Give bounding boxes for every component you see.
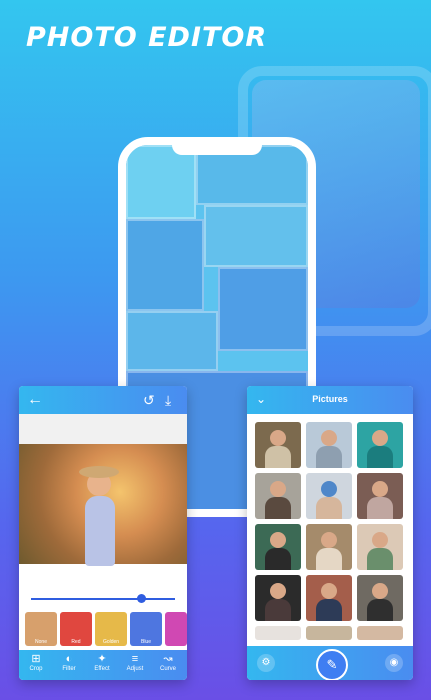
- thumbnail-figure: [367, 497, 393, 519]
- settings-icon[interactable]: ⚙: [257, 654, 275, 672]
- photo-subject: [79, 466, 119, 566]
- thumbnail-figure: [270, 532, 286, 548]
- filter-strip: None Red Golden Blue: [25, 612, 187, 646]
- tool-label: Adjust: [126, 666, 144, 672]
- collage-tile: [204, 205, 308, 267]
- pictures-screen: ⌄ Pictures ⚙ ✎ ◉: [247, 386, 413, 680]
- picture-thumbnail[interactable]: [357, 626, 403, 640]
- thumbnail-figure: [321, 532, 337, 548]
- curve-tool[interactable]: ↝ Curve: [153, 653, 183, 674]
- editor-top-bar: ← ↺ ⤓: [19, 386, 187, 414]
- thumbnail-figure: [321, 430, 337, 446]
- pictures-top-bar: ⌄ Pictures: [247, 386, 413, 414]
- edited-photo[interactable]: [19, 444, 187, 566]
- thumbnail-figure: [367, 548, 393, 570]
- adjust-tool[interactable]: ≡ Adjust: [120, 653, 150, 674]
- filter-thumbnail-blue[interactable]: Blue: [130, 612, 162, 646]
- collage-tile: [218, 267, 308, 351]
- thumbnail-figure: [321, 583, 337, 599]
- picture-thumbnail[interactable]: [357, 575, 403, 621]
- picture-thumbnail[interactable]: [255, 422, 301, 468]
- thumbnail-figure: [265, 497, 291, 519]
- tool-label: Crop: [29, 666, 43, 672]
- crop-icon: ⊞: [31, 653, 41, 665]
- picture-thumbnail[interactable]: [306, 473, 352, 519]
- tool-label: Curve: [159, 666, 176, 672]
- thumbnail-figure: [316, 497, 342, 519]
- picture-thumbnail[interactable]: [357, 524, 403, 570]
- picture-thumbnail[interactable]: [306, 575, 352, 621]
- intensity-slider-track[interactable]: [31, 598, 175, 600]
- thumbnail-figure: [316, 548, 342, 570]
- effect-tool[interactable]: ✦ Effect: [87, 653, 117, 674]
- thumbnail-figure: [316, 599, 342, 621]
- thumbnail-figure: [265, 446, 291, 468]
- page-title: PHOTO EDITOR: [26, 22, 268, 53]
- pictures-bottom-bar: ⚙ ✎ ◉: [247, 646, 413, 680]
- history-icon[interactable]: ↺: [143, 392, 155, 408]
- camera-icon[interactable]: ◉: [385, 654, 403, 672]
- collage-tile: [126, 145, 196, 219]
- thumbnail-figure: [321, 481, 337, 497]
- filter-thumbnail-pink[interactable]: [165, 612, 187, 646]
- thumbnail-figure: [265, 548, 291, 570]
- picture-thumbnail[interactable]: [255, 524, 301, 570]
- promo-page: PHOTO EDITOR ← ↺ ⤓ None Red Golden Blue …: [0, 0, 431, 700]
- tool-label: Filter: [62, 666, 76, 672]
- picture-thumbnail[interactable]: [306, 626, 352, 640]
- collage-tile: [126, 311, 218, 371]
- thumbnail-figure: [372, 583, 388, 599]
- collage-tile: [126, 219, 204, 311]
- thumbnail-figure: [372, 532, 388, 548]
- picture-thumbnail[interactable]: [306, 422, 352, 468]
- intensity-slider-handle[interactable]: [137, 594, 146, 603]
- filter-thumbnail-red[interactable]: Red: [60, 612, 92, 646]
- thumbnail-figure: [270, 481, 286, 497]
- editor-screen: ← ↺ ⤓ None Red Golden Blue ⊞ Crop ◐ Filter…: [19, 386, 187, 680]
- thumbnail-figure: [270, 583, 286, 599]
- filter-tool[interactable]: ◐ Filter: [54, 653, 84, 674]
- filter-icon: ◐: [65, 653, 73, 665]
- crop-tool[interactable]: ⊞ Crop: [21, 653, 51, 674]
- thumbnail-figure: [265, 599, 291, 621]
- filter-label: Red: [71, 639, 81, 645]
- filter-thumbnail-golden[interactable]: Golden: [95, 612, 127, 646]
- picture-thumbnail[interactable]: [255, 473, 301, 519]
- magic-wand-icon: ✦: [97, 653, 107, 665]
- filter-thumbnail-none[interactable]: None: [25, 612, 57, 646]
- download-icon[interactable]: ⤓: [165, 392, 171, 408]
- pencil-icon[interactable]: ✎: [316, 649, 348, 680]
- thumbnail-figure: [367, 446, 393, 468]
- filter-swatch: [165, 612, 187, 646]
- thumbnail-figure: [270, 430, 286, 446]
- photo-subject-hat: [79, 466, 119, 478]
- photo-subject-body: [85, 496, 115, 566]
- editor-tool-bar: ⊞ Crop ◐ Filter ✦ Effect ≡ Adjust ↝ Curve: [19, 650, 187, 680]
- picture-thumbnail[interactable]: [357, 422, 403, 468]
- picture-thumbnail[interactable]: [255, 626, 301, 640]
- phone-notch: [172, 145, 262, 155]
- thumbnail-figure: [316, 446, 342, 468]
- filter-label: Blue: [140, 639, 151, 645]
- filter-label: Golden: [102, 639, 120, 645]
- filter-label: None: [35, 639, 47, 645]
- picture-thumbnail[interactable]: [255, 575, 301, 621]
- thumbnail-figure: [372, 481, 388, 497]
- pictures-title: Pictures: [312, 394, 348, 404]
- arrow-left-icon[interactable]: ←: [27, 392, 43, 408]
- thumbnail-figure: [372, 430, 388, 446]
- thumbnail-figure: [367, 599, 393, 621]
- tool-label: Effect: [94, 666, 110, 672]
- sliders-icon: ≡: [131, 653, 139, 665]
- picture-thumbnail[interactable]: [306, 524, 352, 570]
- picture-thumbnail[interactable]: [357, 473, 403, 519]
- curve-chart-icon: ↝: [163, 653, 173, 665]
